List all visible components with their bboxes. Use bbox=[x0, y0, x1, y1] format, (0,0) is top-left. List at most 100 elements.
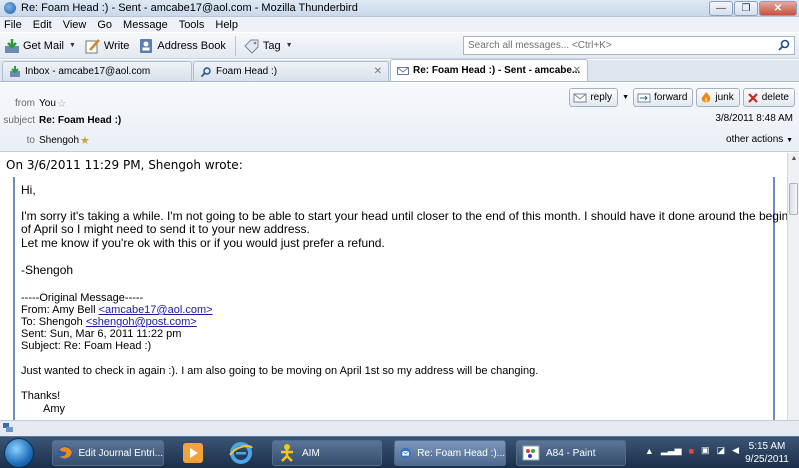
quoted-message: Hi, I'm sorry it's taking a while. I'm n… bbox=[13, 177, 787, 420]
taskbar-firefox[interactable]: Edit Journal Entri... bbox=[52, 440, 164, 466]
to-value[interactable]: Shengoh bbox=[39, 135, 79, 146]
system-tray: ▲ ▂▃▅ ■ ▣ ◪ ◀ bbox=[645, 445, 739, 456]
tag-icon bbox=[244, 39, 259, 54]
subject-row: subject Re: Foam Head :) bbox=[0, 115, 121, 126]
taskbar-aim[interactable]: AIM bbox=[272, 440, 382, 466]
message-body: On 3/6/2011 11:29 PM, Shengoh wrote: Hi,… bbox=[0, 153, 787, 420]
address-book-label: Address Book bbox=[157, 39, 226, 52]
junk-button[interactable]: junk bbox=[696, 88, 740, 107]
clock-time: 5:15 AM bbox=[748, 441, 786, 452]
flame-icon bbox=[702, 92, 711, 103]
original-from: From: Amy Bell <amcabe17@aol.com> bbox=[21, 304, 213, 316]
tray-expand-icon[interactable]: ▲ bbox=[645, 446, 654, 456]
star-icon[interactable]: ☆ bbox=[57, 97, 67, 110]
search-icon[interactable] bbox=[778, 39, 790, 51]
reply-button[interactable]: reply bbox=[569, 88, 619, 107]
search-icon bbox=[200, 66, 211, 77]
menu-bar: File Edit View Go Message Tools Help bbox=[0, 17, 799, 32]
forward-button[interactable]: forward bbox=[633, 88, 694, 107]
tab-label: Re: Foam Head :) - Sent - amcabe... bbox=[413, 65, 581, 76]
original-subject: Subject: Re: Foam Head :) bbox=[21, 340, 152, 352]
chevron-down-icon[interactable]: ▼ bbox=[69, 42, 76, 49]
close-button[interactable]: ✕ bbox=[759, 1, 797, 16]
tab-inbox[interactable]: Inbox - amcabe17@aol.com bbox=[2, 61, 192, 81]
write-icon bbox=[85, 38, 100, 53]
original-sent: Sent: Sun, Mar 6, 2011 11:22 pm bbox=[21, 328, 182, 340]
chevron-down-icon[interactable]: ▼ bbox=[286, 42, 293, 49]
tab-label: Foam Head :) bbox=[216, 66, 278, 77]
greeting: Hi, bbox=[21, 183, 36, 197]
close-icon[interactable]: ✕ bbox=[573, 65, 581, 76]
junk-label: junk bbox=[715, 92, 734, 103]
thunderbird-icon bbox=[4, 2, 16, 14]
get-mail-button[interactable]: Get Mail ▼ bbox=[4, 38, 76, 54]
start-button[interactable] bbox=[4, 438, 34, 468]
message-date: 3/8/2011 8:48 AM bbox=[715, 113, 793, 124]
menu-tools[interactable]: Tools bbox=[179, 19, 205, 31]
write-label: Write bbox=[103, 39, 130, 52]
taskbar-clock[interactable]: 5:15 AM 9/25/2011 bbox=[741, 440, 793, 466]
search-input[interactable]: Search all messages... <Ctrl+K> bbox=[463, 36, 795, 55]
closing: Thanks! bbox=[21, 390, 61, 402]
search-placeholder: Search all messages... <Ctrl+K> bbox=[468, 40, 612, 51]
address-book-icon bbox=[140, 38, 153, 53]
tab-label: Inbox - amcabe17@aol.com bbox=[25, 66, 151, 77]
menu-view[interactable]: View bbox=[63, 19, 87, 31]
original-to-label: To: Shengoh bbox=[21, 316, 86, 328]
updates-icon[interactable]: ◪ bbox=[717, 445, 726, 456]
delete-button[interactable]: delete bbox=[742, 88, 795, 107]
sender-name: Amy bbox=[43, 403, 65, 415]
windows-taskbar: Edit Journal Entri... AIM Re: Foam Head … bbox=[0, 436, 799, 468]
tab-message[interactable]: Re: Foam Head :) - Sent - amcabe... ✕ bbox=[390, 59, 588, 81]
window-title: Re: Foam Head :) - Sent - amcabe17@aol.c… bbox=[21, 2, 358, 14]
address-book-button[interactable]: Address Book bbox=[138, 38, 226, 54]
to-row: to Shengoh ★ bbox=[0, 134, 90, 147]
aim-icon bbox=[281, 444, 293, 462]
menu-go[interactable]: Go bbox=[97, 19, 112, 31]
from-value[interactable]: You bbox=[39, 98, 56, 109]
scroll-thumb[interactable] bbox=[789, 183, 798, 215]
menu-edit[interactable]: Edit bbox=[33, 19, 52, 31]
tag-button[interactable]: Tag ▼ bbox=[244, 38, 293, 54]
get-mail-icon bbox=[5, 38, 19, 53]
original-to: To: Shengoh <shengoh@post.com> bbox=[21, 316, 197, 328]
from-label: from bbox=[15, 98, 35, 109]
minimize-button[interactable]: — bbox=[709, 1, 733, 16]
tab-bar: Inbox - amcabe17@aol.com Foam Head :) ✕ … bbox=[0, 59, 799, 82]
from-row: from You ☆ bbox=[0, 97, 67, 110]
other-actions-label: other actions bbox=[726, 134, 784, 145]
from-email-link[interactable]: <amcabe17@aol.com> bbox=[99, 304, 213, 316]
menu-help[interactable]: Help bbox=[215, 19, 238, 31]
security-icon[interactable]: ■ bbox=[689, 446, 694, 456]
to-label: to bbox=[26, 135, 35, 146]
signal-icon[interactable]: ▂▃▅ bbox=[661, 445, 682, 456]
close-icon[interactable]: ✕ bbox=[374, 66, 382, 77]
forward-label: forward bbox=[654, 92, 688, 103]
toolbar-separator bbox=[234, 35, 236, 56]
other-actions-menu[interactable]: other actions ▼ bbox=[726, 134, 793, 145]
online-status-icon[interactable] bbox=[3, 423, 13, 433]
paint-icon bbox=[522, 445, 540, 461]
vertical-scrollbar[interactable]: ▲ bbox=[787, 153, 799, 420]
task-label: Edit Journal Entri... bbox=[78, 447, 163, 459]
task-label: AIM bbox=[302, 447, 320, 459]
menu-file[interactable]: File bbox=[4, 19, 22, 31]
tab-search-foam-head[interactable]: Foam Head :) ✕ bbox=[193, 61, 389, 81]
tag-label: Tag bbox=[262, 39, 281, 52]
chevron-down-icon: ▼ bbox=[786, 137, 793, 144]
reply-icon bbox=[573, 93, 587, 102]
menu-message[interactable]: Message bbox=[123, 19, 168, 31]
taskbar-thunderbird[interactable]: Re: Foam Head :)... bbox=[394, 440, 506, 466]
to-email-link[interactable]: <shengoh@post.com> bbox=[86, 316, 197, 328]
chevron-down-icon[interactable]: ▼ bbox=[621, 88, 630, 107]
star-icon[interactable]: ★ bbox=[80, 134, 90, 147]
internet-explorer-icon[interactable] bbox=[228, 440, 254, 466]
volume-icon[interactable]: ◀ bbox=[732, 445, 739, 456]
media-player-icon[interactable] bbox=[180, 440, 206, 466]
maximize-button[interactable]: ❐ bbox=[734, 1, 758, 16]
taskbar-paint[interactable]: A84 - Paint bbox=[516, 440, 626, 466]
scroll-up-icon[interactable]: ▲ bbox=[788, 153, 799, 165]
network-icon[interactable]: ▣ bbox=[701, 445, 710, 456]
subject-value: Re: Foam Head :) bbox=[39, 115, 122, 126]
write-button[interactable]: Write bbox=[85, 38, 129, 54]
